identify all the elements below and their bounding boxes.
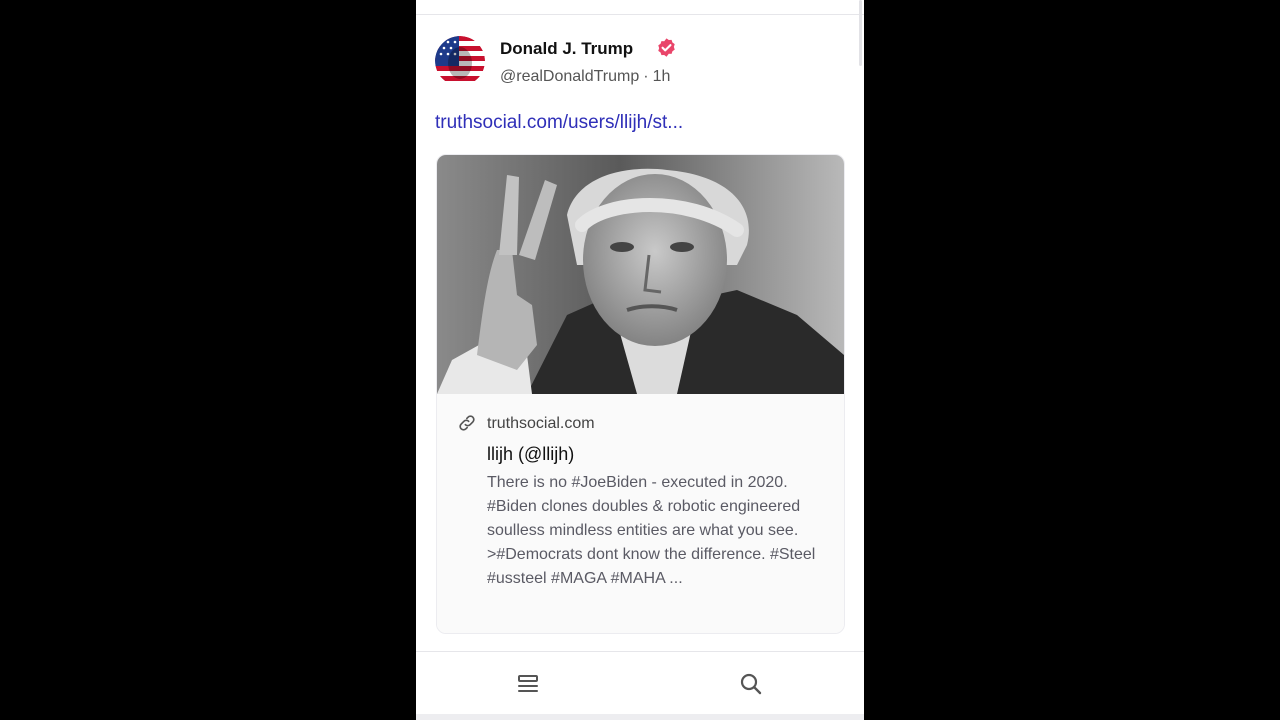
mobile-screen: Donald J. Trump @realDonaldTrump · 1h trut… xyxy=(416,0,864,720)
preview-image xyxy=(437,155,844,394)
system-bar xyxy=(416,714,864,720)
bottom-nav xyxy=(416,652,864,714)
link-preview-card[interactable]: truthsocial.com llijh (@llijh) There is … xyxy=(436,154,845,634)
link-icon xyxy=(459,415,475,431)
author-handle[interactable]: @realDonaldTrump xyxy=(500,68,639,85)
top-divider xyxy=(416,14,864,15)
author-name[interactable]: Donald J. Trump xyxy=(500,39,633,59)
avatar[interactable] xyxy=(435,36,485,86)
card-domain: truthsocial.com xyxy=(487,415,595,432)
post-link[interactable]: truthsocial.com/users/llijh/st... xyxy=(435,112,683,134)
verified-badge-icon xyxy=(658,38,675,57)
author-meta: @realDonaldTrump · 1h xyxy=(500,68,670,86)
preview-meta: truthsocial.com llijh (@llijh) There is … xyxy=(437,394,844,633)
scrollbar[interactable] xyxy=(859,0,862,66)
feed-icon[interactable] xyxy=(514,670,542,698)
post-timestamp[interactable]: 1h xyxy=(653,68,671,85)
card-title: llijh (@llijh) xyxy=(487,444,575,464)
meta-separator: · xyxy=(643,68,649,85)
post-header: Donald J. Trump @realDonaldTrump · 1h xyxy=(435,36,845,90)
card-description: There is no #JoeBiden - executed in 2020… xyxy=(487,474,816,587)
search-icon[interactable] xyxy=(737,670,765,698)
